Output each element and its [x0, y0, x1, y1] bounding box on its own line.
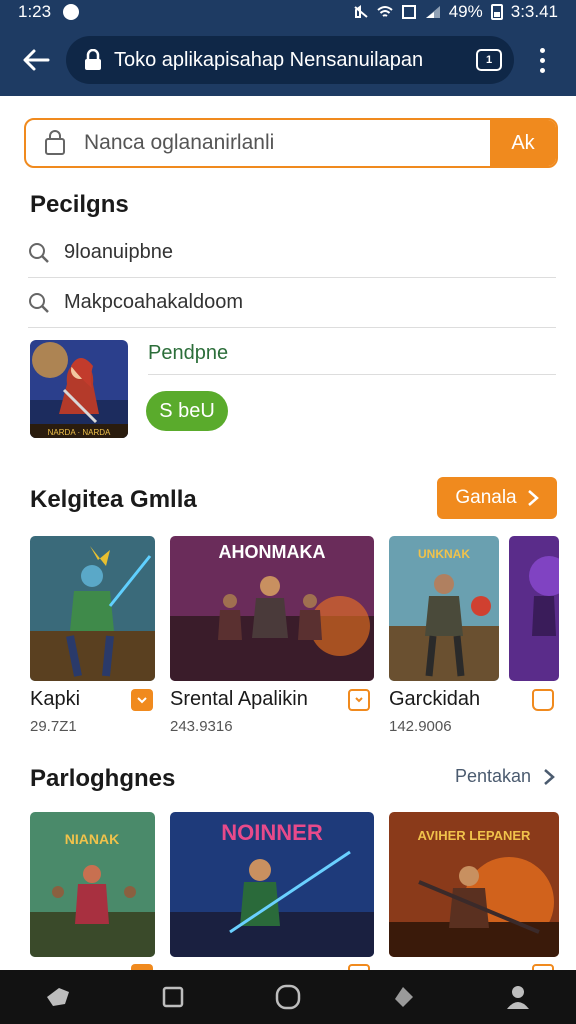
home-circle-icon — [275, 984, 301, 1010]
game-name: Srental Apalikin — [170, 688, 308, 710]
page-title: Toko aplikapisahap Nensanuilapan — [114, 48, 424, 71]
download-icon — [348, 689, 370, 711]
game-banner: NIANAK — [65, 831, 119, 847]
arrow-left-icon — [23, 49, 50, 71]
address-bar[interactable]: Toko aplikapisahap Nensanuilapan 1 — [66, 36, 514, 84]
search-button[interactable]: Ak — [490, 120, 556, 166]
nav-diamond-button[interactable] — [373, 970, 433, 1024]
game-banner: UNKNAK — [418, 547, 470, 561]
game-banner: AHONMAKA — [219, 542, 326, 562]
popular-title: Parloghgnes — [30, 765, 176, 792]
game-banner: AVIHER LEPANER — [418, 828, 532, 843]
battery-percent: 49% — [448, 2, 483, 21]
notification-icon — [63, 4, 80, 20]
lock-icon — [85, 49, 101, 70]
diamond-icon — [395, 987, 414, 1007]
nav-home-button[interactable] — [258, 970, 318, 1024]
search-icon — [28, 242, 54, 264]
search-bar: Ak — [24, 118, 558, 168]
status-time: 1:23 — [18, 2, 52, 21]
download-icon — [131, 689, 153, 711]
back-triangle-icon — [46, 988, 69, 1006]
divider — [148, 374, 556, 375]
game-thumbnail: AVIHER LEPANER — [389, 812, 559, 957]
nav-recents-button[interactable] — [143, 970, 203, 1024]
sim-icon — [401, 5, 416, 19]
popular-link-label: Pentakan — [455, 766, 532, 786]
game-thumbnail — [509, 536, 559, 681]
game-meta: 243.9316 — [170, 718, 233, 735]
nav-back-button[interactable] — [28, 970, 88, 1024]
chevron-right-icon — [544, 768, 555, 785]
game-thumbnail: UNKNAK — [389, 536, 499, 681]
tab-switcher-button[interactable]: 1 — [476, 49, 502, 71]
game-name: Garckidah — [389, 688, 481, 710]
see-all-label: Ganala — [455, 487, 517, 508]
bag-icon — [26, 120, 84, 166]
suggestions-title: Pecilgns — [30, 191, 129, 218]
game-banner: NOINNER — [221, 820, 323, 845]
search-input[interactable] — [84, 120, 490, 166]
square-icon — [162, 986, 184, 1008]
game-card[interactable]: Kapki 29.7Z1 — [30, 536, 155, 735]
nav-profile-button[interactable] — [488, 970, 548, 1024]
featured-game-thumbnail[interactable]: NARDA · NARDA — [30, 340, 128, 438]
chevron-right-icon — [527, 490, 539, 506]
suggestion-label: Makpcoahakaldoom — [64, 291, 243, 313]
suggestion-label: 9loanuipbne — [64, 241, 173, 263]
game-thumbnail: AHONMAKA — [170, 536, 374, 681]
status-clock: 3:3.41 — [510, 2, 558, 21]
bag-icon — [532, 689, 554, 711]
suggestion-item[interactable]: Makpcoahakaldoom — [28, 278, 556, 328]
mute-icon — [354, 5, 368, 18]
game-card[interactable]: NOINNER — [170, 812, 374, 986]
game-thumbnail: NIANAK — [30, 812, 155, 957]
back-button[interactable] — [6, 30, 66, 90]
wifi-icon — [377, 6, 393, 17]
battery-icon — [490, 4, 503, 20]
game-thumbnail: NOINNER — [170, 812, 374, 957]
status-bar: 1:23 49% 3:3.41 — [0, 0, 576, 24]
featured-game-name: Pendpne — [148, 342, 229, 364]
game-card[interactable]: AHONMAKA Srental Apalikin 243.9316 — [170, 536, 374, 735]
game-thumbnail — [30, 536, 155, 681]
more-menu-button[interactable] — [520, 30, 564, 90]
game-name: Kapki — [30, 688, 81, 710]
game-card[interactable]: UNKNAK Garckidah 142.9006 — [389, 536, 554, 735]
bottom-navigation — [0, 970, 576, 1024]
suggestion-item[interactable]: 9loanuipbne — [28, 228, 556, 278]
dot-icon — [539, 57, 545, 63]
categories-title: Kelgitea Gmlla — [30, 486, 197, 513]
featured-thumb-text: NARDA · NARDA — [48, 428, 111, 437]
game-card[interactable]: AVIHER LEPANER — [389, 812, 559, 986]
see-all-button[interactable]: Ganala — [437, 477, 557, 519]
game-meta: 29.7Z1 — [30, 718, 77, 735]
browser-toolbar: Toko aplikapisahap Nensanuilapan 1 — [0, 24, 576, 96]
game-card[interactable]: NIANAK — [30, 812, 155, 986]
dot-icon — [539, 67, 545, 73]
featured-action-button[interactable]: S beU — [146, 391, 228, 431]
person-icon — [507, 986, 530, 1009]
signal-icon — [425, 6, 440, 18]
popular-see-more-link[interactable]: Pentakan — [455, 766, 555, 787]
search-icon — [28, 292, 54, 314]
dot-icon — [539, 47, 545, 53]
game-meta: 142.9006 — [389, 718, 452, 735]
game-card[interactable] — [509, 536, 559, 681]
